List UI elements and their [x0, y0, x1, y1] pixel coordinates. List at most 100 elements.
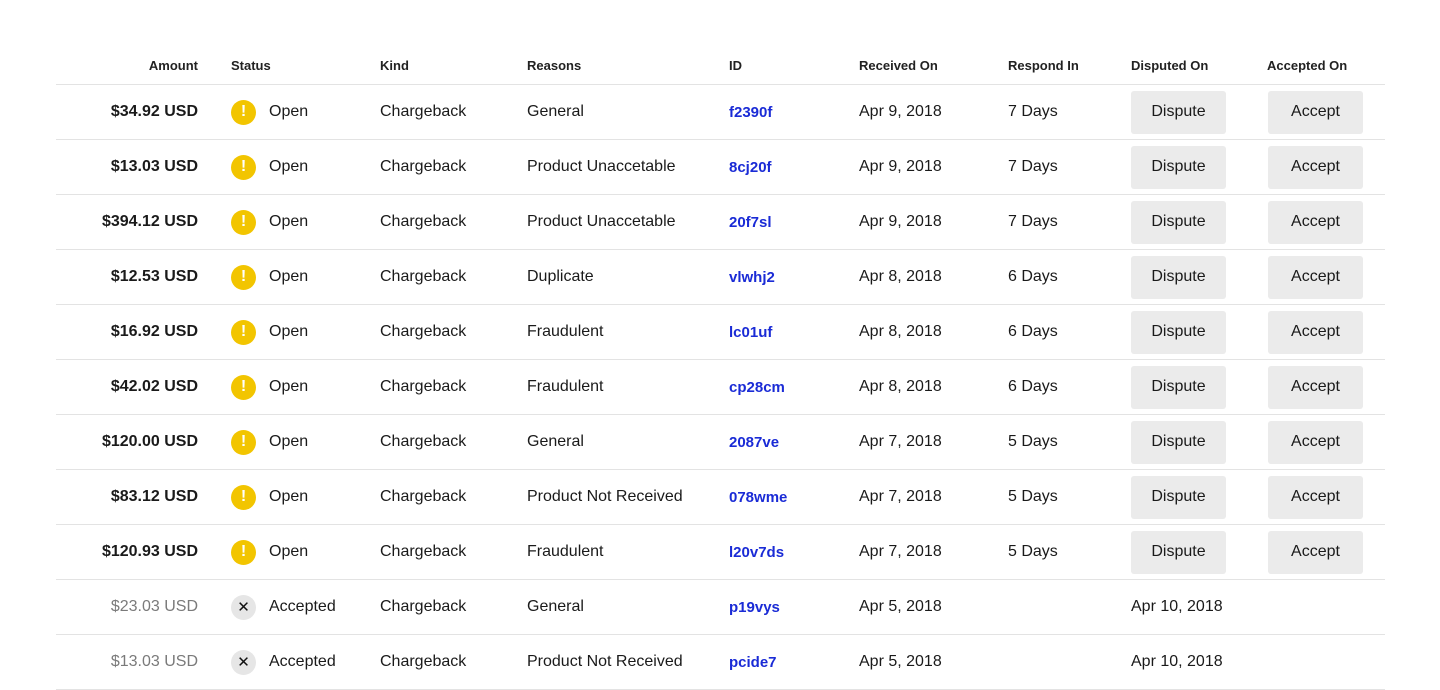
- chargeback-id-link[interactable]: 20f7sl: [729, 214, 772, 231]
- respond-in-text: 7 Days: [1008, 213, 1058, 230]
- chargeback-id-link[interactable]: 2087ve: [729, 434, 779, 451]
- reason-text: Product Not Received: [527, 488, 683, 505]
- amount-text: $42.02 USD: [110, 378, 198, 395]
- kind-text: Chargeback: [380, 213, 467, 230]
- reason-text: Product Unaccetable: [527, 158, 676, 175]
- amount-text: $34.92 USD: [110, 103, 198, 120]
- kind-text: Chargeback: [380, 158, 467, 175]
- table-row: $13.03 USD ✕ Accepted Chargeback Product…: [56, 635, 1385, 690]
- disputed-on-text: Apr 10, 2018: [1131, 598, 1223, 615]
- amount-text: $23.03 USD: [110, 598, 198, 615]
- chargeback-id-link[interactable]: 078wme: [729, 489, 787, 506]
- table-row: $83.12 USD ! Open Chargeback Product Not…: [56, 470, 1385, 525]
- dispute-button[interactable]: Dispute: [1131, 310, 1226, 354]
- header-kind: Kind: [380, 57, 409, 73]
- accept-button[interactable]: Accept: [1268, 475, 1363, 519]
- chargeback-id-link[interactable]: cp28cm: [729, 379, 785, 396]
- chargeback-id-link[interactable]: p19vys: [729, 599, 780, 616]
- amount-text: $12.53 USD: [110, 268, 198, 285]
- status-text: Accepted: [269, 598, 336, 615]
- received-on-text: Apr 7, 2018: [859, 543, 942, 560]
- status-text: Open: [269, 433, 309, 450]
- exclamation-icon: !: [231, 264, 256, 290]
- accept-button[interactable]: Accept: [1268, 145, 1363, 189]
- reason-text: Product Not Received: [527, 653, 683, 670]
- table-body: $34.92 USD ! Open Chargeback General f23…: [56, 85, 1385, 690]
- status-text: Open: [269, 323, 309, 340]
- dispute-button[interactable]: Dispute: [1131, 145, 1226, 189]
- respond-in-text: 6 Days: [1008, 323, 1058, 340]
- kind-text: Chargeback: [380, 598, 467, 615]
- amount-text: $394.12 USD: [101, 213, 198, 230]
- table-row: $120.93 USD ! Open Chargeback Fraudulent…: [56, 525, 1385, 580]
- status-text: Open: [269, 103, 309, 120]
- reason-text: Duplicate: [527, 268, 594, 285]
- kind-text: Chargeback: [380, 378, 467, 395]
- header-amount: Amount: [148, 57, 198, 73]
- kind-text: Chargeback: [380, 488, 467, 505]
- exclamation-icon: !: [231, 99, 256, 125]
- dispute-button[interactable]: Dispute: [1131, 200, 1226, 244]
- exclamation-icon: !: [231, 154, 256, 180]
- header-respond-in: Respond In: [1008, 57, 1079, 73]
- accept-button[interactable]: Accept: [1268, 255, 1363, 299]
- respond-in-text: 6 Days: [1008, 378, 1058, 395]
- exclamation-icon: !: [231, 374, 256, 400]
- status-text: Open: [269, 488, 309, 505]
- accept-button[interactable]: Accept: [1268, 530, 1363, 574]
- accept-button[interactable]: Accept: [1268, 200, 1363, 244]
- status-cell: ✕ Accepted: [231, 635, 371, 689]
- dispute-button[interactable]: Dispute: [1131, 365, 1226, 409]
- reason-text: Fraudulent: [527, 543, 604, 560]
- received-on-text: Apr 8, 2018: [859, 323, 942, 340]
- exclamation-icon: !: [231, 539, 256, 565]
- dispute-button[interactable]: Dispute: [1131, 255, 1226, 299]
- accept-button[interactable]: Accept: [1268, 365, 1363, 409]
- dispute-button[interactable]: Dispute: [1131, 420, 1226, 464]
- amount-text: $120.93 USD: [101, 543, 198, 560]
- received-on-text: Apr 9, 2018: [859, 213, 942, 230]
- respond-in-text: 5 Days: [1008, 433, 1058, 450]
- amount-text: $13.03 USD: [110, 158, 198, 175]
- exclamation-icon: !: [231, 209, 256, 235]
- chargeback-id-link[interactable]: pcide7: [729, 654, 777, 671]
- chargeback-id-link[interactable]: l20v7ds: [729, 544, 784, 561]
- status-text: Open: [269, 543, 309, 560]
- table-row: $120.00 USD ! Open Chargeback General 20…: [56, 415, 1385, 470]
- table-row: $394.12 USD ! Open Chargeback Product Un…: [56, 195, 1385, 250]
- chargeback-id-link[interactable]: vlwhj2: [729, 269, 775, 286]
- header-status: Status: [231, 57, 271, 73]
- kind-text: Chargeback: [380, 268, 467, 285]
- reason-text: Product Unaccetable: [527, 213, 676, 230]
- reason-text: General: [527, 598, 584, 615]
- dispute-button[interactable]: Dispute: [1131, 90, 1226, 134]
- status-cell: ! Open: [231, 470, 371, 524]
- status-text: Open: [269, 158, 309, 175]
- respond-in-text: 5 Days: [1008, 488, 1058, 505]
- accept-button[interactable]: Accept: [1268, 420, 1363, 464]
- table-row: $12.53 USD ! Open Chargeback Duplicate v…: [56, 250, 1385, 305]
- header-reasons: Reasons: [527, 57, 582, 73]
- accept-button[interactable]: Accept: [1268, 310, 1363, 354]
- table-row: $34.92 USD ! Open Chargeback General f23…: [56, 85, 1385, 140]
- kind-text: Chargeback: [380, 323, 467, 340]
- chargeback-id-link[interactable]: lc01uf: [729, 324, 772, 341]
- chargebacks-table: Amount Status Kind Reasons ID Received O…: [56, 42, 1385, 690]
- reason-text: General: [527, 433, 584, 450]
- received-on-text: Apr 9, 2018: [859, 158, 942, 175]
- kind-text: Chargeback: [380, 103, 467, 120]
- dispute-button[interactable]: Dispute: [1131, 475, 1226, 519]
- received-on-text: Apr 8, 2018: [859, 268, 942, 285]
- received-on-text: Apr 9, 2018: [859, 103, 942, 120]
- status-cell: ! Open: [231, 85, 371, 139]
- kind-text: Chargeback: [380, 433, 467, 450]
- chargeback-id-link[interactable]: 8cj20f: [729, 159, 772, 176]
- chargeback-id-link[interactable]: f2390f: [729, 104, 772, 121]
- reason-text: Fraudulent: [527, 378, 604, 395]
- status-cell: ! Open: [231, 525, 371, 579]
- table-row: $23.03 USD ✕ Accepted Chargeback General…: [56, 580, 1385, 635]
- dispute-button[interactable]: Dispute: [1131, 530, 1226, 574]
- header-received-on: Received On: [859, 57, 938, 73]
- accept-button[interactable]: Accept: [1268, 90, 1363, 134]
- header-accepted-on: Accepted On: [1267, 57, 1348, 73]
